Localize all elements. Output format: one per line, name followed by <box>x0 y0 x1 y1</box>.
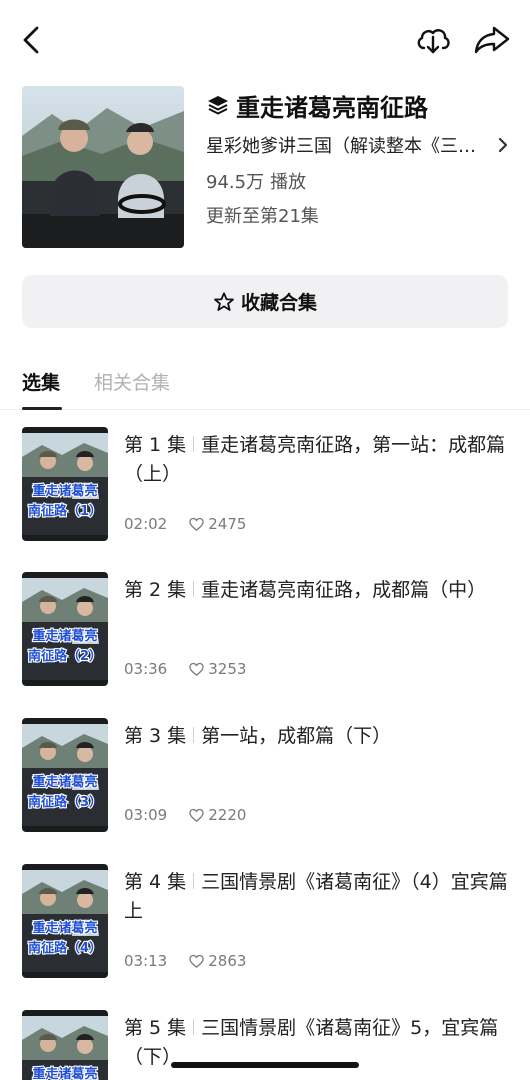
episode-title-text: 重走诸葛亮南征路，成都篇（中） <box>201 579 487 601</box>
heart-outline-icon <box>189 517 204 531</box>
tab-bar: 选集 相关合集 <box>0 360 530 410</box>
episode-title: 第 4 集三国情景剧《诸葛南征》（4）宜宾篇上 <box>124 868 512 926</box>
collect-label: 收藏合集 <box>240 292 317 314</box>
collection-cover-image[interactable] <box>22 86 184 248</box>
episode-meta: 02:02 2475 <box>124 515 246 533</box>
chevron-right-icon <box>498 137 508 153</box>
divider <box>193 581 195 597</box>
episode-item[interactable]: 重走诸葛亮南征路（2） 第 2 集重走诸葛亮南征路，成都篇（中） 03:36 32… <box>22 572 512 686</box>
active-tab-indicator <box>22 407 62 410</box>
episode-thumbnail: 重走诸葛亮南征路（2） <box>22 572 108 686</box>
episode-meta: 03:13 2863 <box>124 952 246 970</box>
episode-thumbnail: 重走诸葛亮 <box>22 1010 108 1080</box>
author-name: 星彩她爹讲三国（解读整本《三国演义》） <box>206 136 490 157</box>
collection-header: 重走诸葛亮南征路 星彩她爹讲三国（解读整本《三国演义》） 94.5万播放 更新至… <box>22 86 512 248</box>
divider <box>193 1019 195 1035</box>
episode-item[interactable]: 重走诸葛亮 第 5 集三国情景剧《诸葛南征》5，宜宾篇（下） <box>22 1010 512 1080</box>
episode-duration: 02:02 <box>124 515 168 533</box>
thumbnail-caption-text: 重走诸葛亮 <box>32 1066 97 1080</box>
episode-item[interactable]: 重走诸葛亮南征路（4） 第 4 集三国情景剧《诸葛南征》（4）宜宾篇上 03:1… <box>22 864 512 978</box>
episode-thumbnail: 重走诸葛亮南征路（3） <box>22 718 108 832</box>
episode-duration: 03:36 <box>124 660 168 678</box>
episode-number: 第 1 集 <box>124 434 187 456</box>
collection-title: 重走诸葛亮南征路 <box>206 88 506 122</box>
layers-icon <box>208 96 228 115</box>
episode-number: 第 2 集 <box>124 579 187 601</box>
heart-outline-icon <box>189 808 204 822</box>
thumbnail-caption-text: 重走诸葛亮 <box>32 774 97 790</box>
episode-thumbnail: 重走诸葛亮南征路（4） <box>22 864 108 978</box>
episode-likes: 2475 <box>208 515 247 533</box>
play-count-value: 94.5万 <box>206 172 265 193</box>
play-count-unit: 播放 <box>270 172 307 193</box>
thumbnail-caption-text: 重走诸葛亮 <box>32 628 97 644</box>
episode-duration: 03:13 <box>124 952 168 970</box>
back-button[interactable] <box>18 24 48 56</box>
episode-item[interactable]: 重走诸葛亮南征路（1） 第 1 集重走诸葛亮南征路，第一站：成都篇（上） 02:… <box>22 427 512 541</box>
episode-title: 第 3 集第一站，成都篇（下） <box>124 722 512 751</box>
cloud-download-icon <box>417 29 450 54</box>
episode-likes: 3253 <box>208 660 247 678</box>
top-bar <box>0 0 530 80</box>
play-count: 94.5万 播放 <box>206 168 306 194</box>
collection-title-text: 重走诸葛亮南征路 <box>236 93 428 122</box>
share-arrow-icon <box>474 26 510 54</box>
chevron-left-icon <box>23 26 39 54</box>
update-status: 更新至第21集 <box>206 206 319 227</box>
tab-related-collections[interactable]: 相关合集 <box>94 368 170 395</box>
collect-collection-button[interactable]: 收藏合集 <box>22 275 508 328</box>
home-indicator <box>171 1062 359 1068</box>
episode-number: 第 3 集 <box>124 725 187 747</box>
episode-title: 第 1 集重走诸葛亮南征路，第一站：成都篇（上） <box>124 431 512 489</box>
divider <box>193 436 195 452</box>
share-button[interactable] <box>472 24 512 56</box>
episode-thumbnail: 重走诸葛亮南征路（1） <box>22 427 108 541</box>
episode-duration: 03:09 <box>124 806 168 824</box>
episode-title: 第 2 集重走诸葛亮南征路，成都篇（中） <box>124 576 512 605</box>
thumbnail-caption-text: 南征路（4） <box>28 940 102 956</box>
thumbnail-caption-text: 南征路（2） <box>28 648 102 664</box>
episode-number: 第 5 集 <box>124 1017 187 1039</box>
episode-number: 第 4 集 <box>124 871 187 893</box>
thumbnail-caption-text: 重走诸葛亮 <box>32 483 97 499</box>
download-button[interactable] <box>414 24 452 56</box>
thumbnail-caption-text: 南征路（1） <box>28 503 102 519</box>
author-link[interactable]: 星彩她爹讲三国（解读整本《三国演义》） <box>206 130 512 160</box>
divider <box>193 727 195 743</box>
episode-likes: 2220 <box>208 806 247 824</box>
divider <box>193 873 195 889</box>
episode-meta: 03:09 2220 <box>124 806 246 824</box>
episode-likes: 2863 <box>208 952 247 970</box>
heart-outline-icon <box>189 954 204 968</box>
episode-item[interactable]: 重走诸葛亮南征路（3） 第 3 集第一站，成都篇（下） 03:09 2220 <box>22 718 512 832</box>
star-outline-icon <box>214 291 234 311</box>
heart-outline-icon <box>189 662 204 676</box>
episode-meta: 03:36 3253 <box>124 660 246 678</box>
thumbnail-caption-text: 重走诸葛亮 <box>32 920 97 936</box>
tab-episodes[interactable]: 选集 <box>22 368 60 395</box>
thumbnail-caption-text: 南征路（3） <box>28 794 102 810</box>
episode-title-text: 第一站，成都篇（下） <box>201 725 392 747</box>
